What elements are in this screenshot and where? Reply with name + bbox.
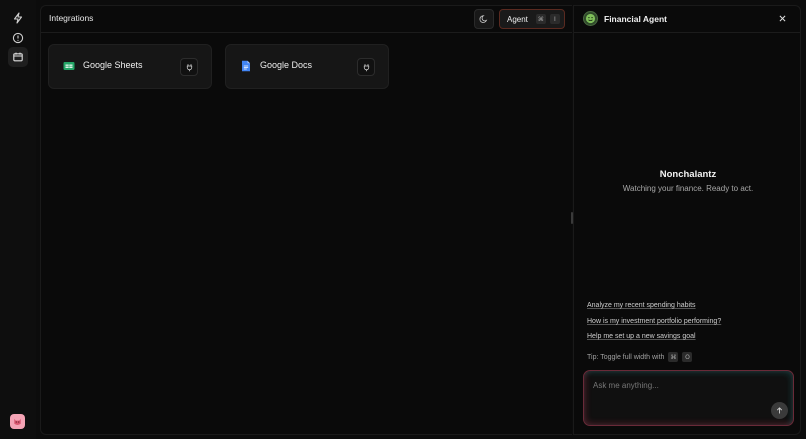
google-docs-icon bbox=[242, 60, 250, 72]
left-rail bbox=[0, 0, 36, 439]
integration-card-google-docs[interactable]: Google Docs bbox=[225, 44, 389, 89]
arrow-up-icon bbox=[776, 407, 783, 414]
agent-button-label: Agent bbox=[507, 14, 528, 24]
integration-name: Google Sheets bbox=[83, 60, 143, 70]
theme-toggle-button[interactable] bbox=[474, 9, 494, 29]
page-title: Integrations bbox=[49, 13, 94, 23]
suggestion-link[interactable]: How is my investment portfolio performin… bbox=[587, 318, 721, 325]
agent-button[interactable]: Agent ⌘ I bbox=[499, 9, 565, 29]
alert-circle-icon[interactable] bbox=[8, 28, 28, 48]
agent-title: Financial Agent bbox=[604, 14, 667, 24]
moon-icon bbox=[479, 15, 488, 23]
chat-input[interactable]: Ask me anything... bbox=[583, 370, 794, 426]
shortcut-key-o: O bbox=[682, 352, 693, 362]
shortcut-key-i: I bbox=[549, 14, 560, 24]
bolt-icon[interactable] bbox=[8, 8, 28, 28]
close-icon[interactable] bbox=[776, 12, 788, 24]
smiley-avatar-icon bbox=[583, 11, 598, 26]
shortcut-key-cmd: ⌘ bbox=[668, 352, 679, 362]
integration-card-google-sheets[interactable]: Google Sheets bbox=[48, 44, 212, 89]
integration-name: Google Docs bbox=[260, 60, 313, 70]
calendar-icon[interactable] bbox=[8, 47, 28, 67]
chat-input-placeholder: Ask me anything... bbox=[593, 381, 659, 390]
google-sheets-icon bbox=[63, 62, 75, 70]
persona-subtitle: Watching your finance. Ready to act. bbox=[622, 184, 754, 193]
send-button[interactable] bbox=[771, 402, 788, 419]
persona-name: Nonchalantz bbox=[659, 169, 717, 180]
suggestion-link[interactable]: Analyze my recent spending habits bbox=[587, 302, 696, 309]
main-panel: Integrations Agent ⌘ I Google Sheets Goo… bbox=[40, 5, 572, 435]
tip: Tip: Toggle full width with ⌘ O bbox=[587, 352, 693, 362]
plug-icon bbox=[363, 63, 369, 71]
connect-button[interactable] bbox=[357, 58, 375, 76]
tip-text: Tip: Toggle full width with bbox=[587, 353, 665, 361]
plug-icon bbox=[186, 63, 192, 71]
cat-avatar-icon[interactable] bbox=[10, 414, 25, 429]
connect-button[interactable] bbox=[180, 58, 198, 76]
suggestion-link[interactable]: Help me set up a new savings goal bbox=[587, 333, 696, 340]
main-header: Integrations Agent ⌘ I bbox=[41, 6, 572, 33]
agent-panel: Financial Agent Nonchalantz Watching you… bbox=[573, 5, 801, 435]
agent-header: Financial Agent bbox=[574, 6, 800, 33]
shortcut-key-cmd: ⌘ bbox=[535, 14, 546, 24]
